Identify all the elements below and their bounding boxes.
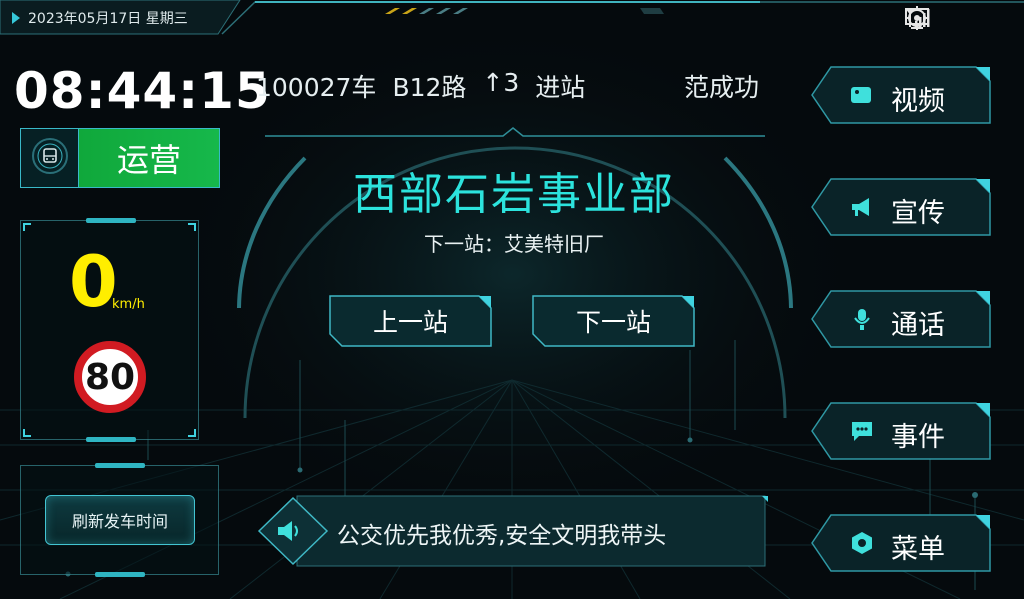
next-stop-label: 下一站：艾美特旧厂 xyxy=(424,232,604,256)
corner-decoration xyxy=(23,429,31,437)
call-label: 通话 xyxy=(891,310,945,341)
megaphone-icon xyxy=(849,194,875,220)
driver-name: 范成功 xyxy=(684,73,760,102)
menu-button[interactable]: 菜单 xyxy=(811,514,991,572)
broadcast-label: 宣传 xyxy=(891,198,945,229)
play-icon xyxy=(12,12,20,24)
video-button[interactable]: 视频 xyxy=(811,66,991,124)
direction-number: 3 xyxy=(503,68,520,97)
panel-tab xyxy=(86,437,136,442)
system-icons xyxy=(904,5,1014,31)
status-icon-cell xyxy=(21,129,79,187)
panel-tab xyxy=(95,463,145,468)
video-label: 视频 xyxy=(891,86,945,117)
route-number: B12路 xyxy=(392,73,467,102)
next-stop-label-button: 下一站 xyxy=(575,308,651,337)
previous-stop-button[interactable]: 上一站 xyxy=(329,295,492,347)
menu-label: 菜单 xyxy=(891,534,945,565)
gps-target-icon[interactable] xyxy=(905,5,972,31)
hexagon-settings-icon xyxy=(849,530,875,556)
microphone-icon xyxy=(849,306,875,332)
bus-icon xyxy=(30,136,70,180)
trip-info: 100027车 B12路 ↑ 3 进站 xyxy=(256,68,585,104)
clock: 08:44:15 xyxy=(14,62,271,120)
current-station: 西部石岩事业部 xyxy=(353,169,675,220)
date-text: 2023年05月17日 星期三 xyxy=(28,11,188,27)
panel-tab xyxy=(86,218,136,223)
vehicle-number: 100027车 xyxy=(256,73,377,102)
video-camera-icon xyxy=(849,82,875,108)
status-label: 运营 xyxy=(79,129,219,187)
next-stop-button[interactable]: 下一站 xyxy=(532,295,695,347)
speed-value: 0 xyxy=(69,241,118,323)
speed-panel: 0 km/h 80 xyxy=(20,218,199,442)
previous-stop-label: 上一站 xyxy=(372,308,448,337)
speaker-icon xyxy=(271,514,305,548)
date-display: 2023年05月17日 星期三 xyxy=(12,8,188,28)
corner-decoration xyxy=(23,223,31,231)
operation-status[interactable]: 运营 xyxy=(20,128,220,188)
refresh-panel: 刷新发车时间 xyxy=(20,463,219,577)
event-label: 事件 xyxy=(891,422,945,453)
monitor-icon[interactable] xyxy=(905,5,1014,31)
chat-bubble-icon xyxy=(849,418,875,444)
stop-state: 进站 xyxy=(535,73,586,102)
status-bar: 2023年05月17日 星期三 xyxy=(0,0,1024,38)
call-button[interactable]: 通话 xyxy=(811,290,991,348)
corner-decoration xyxy=(188,223,196,231)
speed-unit: km/h xyxy=(112,297,145,312)
corner-decoration xyxy=(188,429,196,437)
announcement-bar[interactable]: 公交优先我优秀,安全文明我带头 xyxy=(257,494,768,568)
direction-arrow-icon: ↑ xyxy=(482,68,504,97)
panel-tab xyxy=(95,572,145,577)
broadcast-button[interactable]: 宣传 xyxy=(811,178,991,236)
speed-limit-sign: 80 xyxy=(74,341,146,413)
event-button[interactable]: 事件 xyxy=(811,402,991,460)
refresh-departure-button[interactable]: 刷新发车时间 xyxy=(45,495,195,545)
announcement-text: 公交优先我优秀,安全文明我带头 xyxy=(337,523,667,549)
